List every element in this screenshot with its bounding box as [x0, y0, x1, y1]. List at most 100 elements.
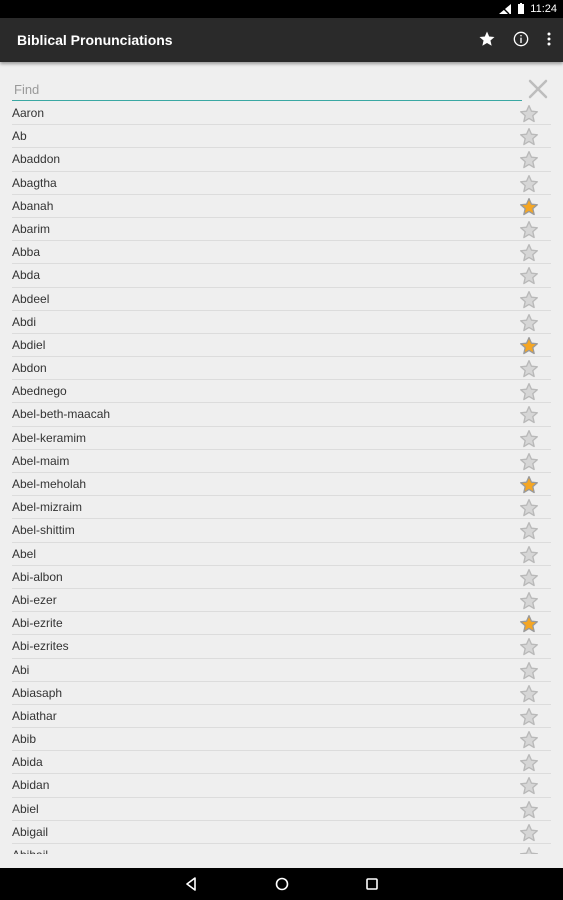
- favorite-toggle[interactable]: [519, 661, 539, 681]
- list-item[interactable]: Abi-ezer: [12, 589, 551, 613]
- star-icon: [520, 638, 538, 656]
- star-icon: [520, 568, 538, 586]
- favorite-toggle[interactable]: [519, 753, 539, 773]
- overflow-menu-button[interactable]: [545, 28, 553, 50]
- favorite-toggle[interactable]: [519, 104, 539, 124]
- list-item[interactable]: Abda: [12, 264, 551, 288]
- star-icon: [520, 105, 538, 123]
- star-icon: [520, 383, 538, 401]
- list-item[interactable]: Abanah: [12, 195, 551, 218]
- list-item[interactable]: Abi-ezrites: [12, 635, 551, 659]
- favorite-toggle[interactable]: [519, 684, 539, 704]
- favorite-toggle[interactable]: [519, 150, 539, 170]
- list-item[interactable]: Abel-maim: [12, 450, 551, 473]
- recents-button[interactable]: [364, 876, 380, 892]
- star-icon: [520, 197, 538, 215]
- list-item[interactable]: Aaron: [12, 102, 551, 126]
- star-icon: [520, 267, 538, 285]
- favorite-toggle[interactable]: [519, 521, 539, 541]
- list-item[interactable]: Abba: [12, 241, 551, 265]
- back-button[interactable]: [183, 876, 199, 892]
- favorite-toggle[interactable]: [519, 290, 539, 310]
- favorite-toggle[interactable]: [519, 405, 539, 425]
- info-button[interactable]: [511, 28, 531, 50]
- list-item[interactable]: Abdiel: [12, 334, 551, 358]
- list-item-name: Abednego: [12, 384, 67, 399]
- favorite-toggle[interactable]: [519, 266, 539, 286]
- favorite-toggle[interactable]: [519, 730, 539, 750]
- favorites-button[interactable]: [477, 28, 497, 50]
- list-item-name: Abiasaph: [12, 685, 63, 700]
- favorite-toggle[interactable]: [519, 220, 539, 240]
- list-item[interactable]: Abdi: [12, 311, 551, 334]
- list-item[interactable]: Abi-albon: [12, 566, 551, 589]
- home-button[interactable]: [274, 876, 290, 892]
- favorite-toggle[interactable]: [519, 336, 539, 356]
- search-input[interactable]: [12, 78, 522, 101]
- list-item[interactable]: Abel-shittim: [12, 519, 551, 543]
- favorite-toggle[interactable]: [519, 498, 539, 518]
- star-icon: [520, 615, 538, 633]
- list-item-name: Abdi: [12, 314, 37, 329]
- favorite-toggle[interactable]: [519, 568, 539, 588]
- list-item[interactable]: Abednego: [12, 380, 551, 404]
- favorite-toggle[interactable]: [519, 545, 539, 565]
- favorite-toggle[interactable]: [519, 174, 539, 194]
- list-item[interactable]: Abel-meholah: [12, 473, 551, 497]
- favorite-toggle[interactable]: [519, 800, 539, 820]
- favorite-toggle[interactable]: [519, 313, 539, 333]
- star-icon: [520, 591, 538, 610]
- list-item[interactable]: Abagtha: [12, 172, 551, 195]
- list-item[interactable]: Ab: [12, 125, 551, 149]
- navigation-bar: [0, 868, 563, 900]
- back-icon: [186, 877, 196, 891]
- search-row: [0, 62, 563, 102]
- list-item[interactable]: Abel-keramim: [12, 427, 551, 450]
- favorite-toggle[interactable]: [519, 707, 539, 727]
- star-icon: [520, 452, 538, 470]
- favorite-toggle[interactable]: [519, 591, 539, 611]
- list-item[interactable]: Abi-ezrite: [12, 612, 551, 636]
- list-item[interactable]: Abel-beth-maacah: [12, 403, 551, 427]
- favorite-toggle[interactable]: [519, 429, 539, 449]
- favorite-toggle[interactable]: [519, 197, 539, 217]
- list-item-name: Abarim: [12, 221, 51, 236]
- star-icon: [520, 545, 538, 563]
- list-item[interactable]: Abaddon: [12, 148, 551, 172]
- favorite-toggle[interactable]: [519, 127, 539, 147]
- favorite-toggle[interactable]: [519, 614, 539, 634]
- favorite-toggle[interactable]: [519, 475, 539, 495]
- clear-search-button[interactable]: [527, 78, 551, 102]
- favorite-toggle[interactable]: [519, 846, 539, 854]
- list-item[interactable]: Abel: [12, 543, 551, 566]
- list-item-name: Abel-shittim: [12, 523, 75, 538]
- favorite-toggle[interactable]: [519, 776, 539, 796]
- list-item-name: Abanah: [12, 198, 54, 213]
- list-item[interactable]: Abida: [12, 751, 551, 775]
- star-icon: [520, 800, 538, 818]
- list-item[interactable]: Abidan: [12, 774, 551, 798]
- list-item[interactable]: Abiathar: [12, 705, 551, 729]
- favorite-toggle[interactable]: [519, 823, 539, 843]
- list-item[interactable]: Abiasaph: [12, 682, 551, 705]
- list-item-name: Abiathar: [12, 708, 57, 723]
- battery-icon: [518, 3, 525, 14]
- list-item[interactable]: Abi: [12, 659, 551, 682]
- favorite-toggle[interactable]: [519, 243, 539, 263]
- favorite-toggle[interactable]: [519, 382, 539, 402]
- names-list[interactable]: Aaron Ab Abaddon Abagtha Abanah Abarim Abba Abd…: [0, 102, 563, 854]
- favorite-toggle[interactable]: [519, 452, 539, 472]
- list-item[interactable]: Abel-mizraim: [12, 496, 551, 520]
- list-item[interactable]: Abdeel: [12, 288, 551, 311]
- star-icon: [520, 731, 538, 749]
- list-item[interactable]: Abdon: [12, 357, 551, 381]
- list-item[interactable]: Abiel: [12, 798, 551, 821]
- favorite-toggle[interactable]: [519, 359, 539, 379]
- favorite-toggle[interactable]: [519, 637, 539, 657]
- star-icon: [520, 128, 538, 146]
- list-item[interactable]: Abarim: [12, 218, 551, 242]
- list-item[interactable]: Abihail: [12, 844, 551, 854]
- list-item[interactable]: Abigail: [12, 821, 551, 844]
- list-item[interactable]: Abib: [12, 728, 551, 752]
- list-item-name: Abigail: [12, 824, 49, 839]
